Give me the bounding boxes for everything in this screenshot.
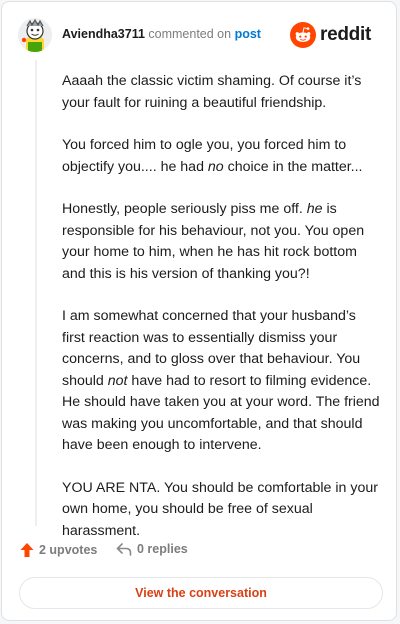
replies-button[interactable]: 0 replies (116, 542, 188, 556)
user-avatar[interactable] (18, 18, 52, 52)
emphasis-text: no (207, 158, 224, 175)
reply-arrow-icon (116, 543, 132, 556)
upvote-arrow-icon (20, 543, 34, 557)
author-name[interactable]: Aviendha3711 (62, 27, 145, 41)
reddit-snoo-icon (290, 22, 316, 48)
replies-count: 0 replies (137, 542, 188, 556)
view-conversation-button[interactable]: View the conversation (19, 577, 383, 609)
reddit-wordmark: reddit (320, 24, 371, 45)
upvote-button[interactable]: 2 upvotes (20, 542, 97, 558)
comment-paragraph: YOU ARE NTA. You should be comfortable i… (62, 478, 380, 543)
post-link[interactable]: post (235, 27, 261, 41)
emphasis-text: he (306, 201, 323, 217)
comment-paragraph: Aaaah the classic victim shaming. Of cou… (62, 71, 380, 114)
author-line: Aviendha3711 commented on post (62, 27, 261, 41)
thread-line (35, 60, 37, 526)
reddit-logo[interactable]: reddit (290, 22, 378, 48)
emphasis-text: not (107, 372, 128, 389)
comment-paragraph: You forced him to ogle you, you forced h… (62, 135, 380, 178)
comment-header: Aviendha3711 commented on post reddit (18, 18, 380, 52)
comment-body: Aaaah the classic victim shaming. Of cou… (62, 71, 380, 563)
paragraph-text: Aaaah the classic victim shaming. Of cou… (62, 73, 362, 111)
commented-on-text: commented on (148, 27, 232, 41)
comment-card: Aviendha3711 commented on post reddit Aa… (1, 1, 397, 621)
comment-paragraph: I am somewhat concerned that your husban… (62, 306, 380, 457)
paragraph-text: YOU ARE NTA. You should be comfortable i… (62, 479, 378, 539)
paragraph-text: choice in the matter... (223, 158, 363, 175)
paragraph-text: Honestly, people seriously piss me off. (62, 201, 307, 217)
upvotes-count: 2 upvotes (39, 543, 98, 557)
comment-paragraph: Honestly, people seriously piss me off. … (62, 199, 380, 285)
